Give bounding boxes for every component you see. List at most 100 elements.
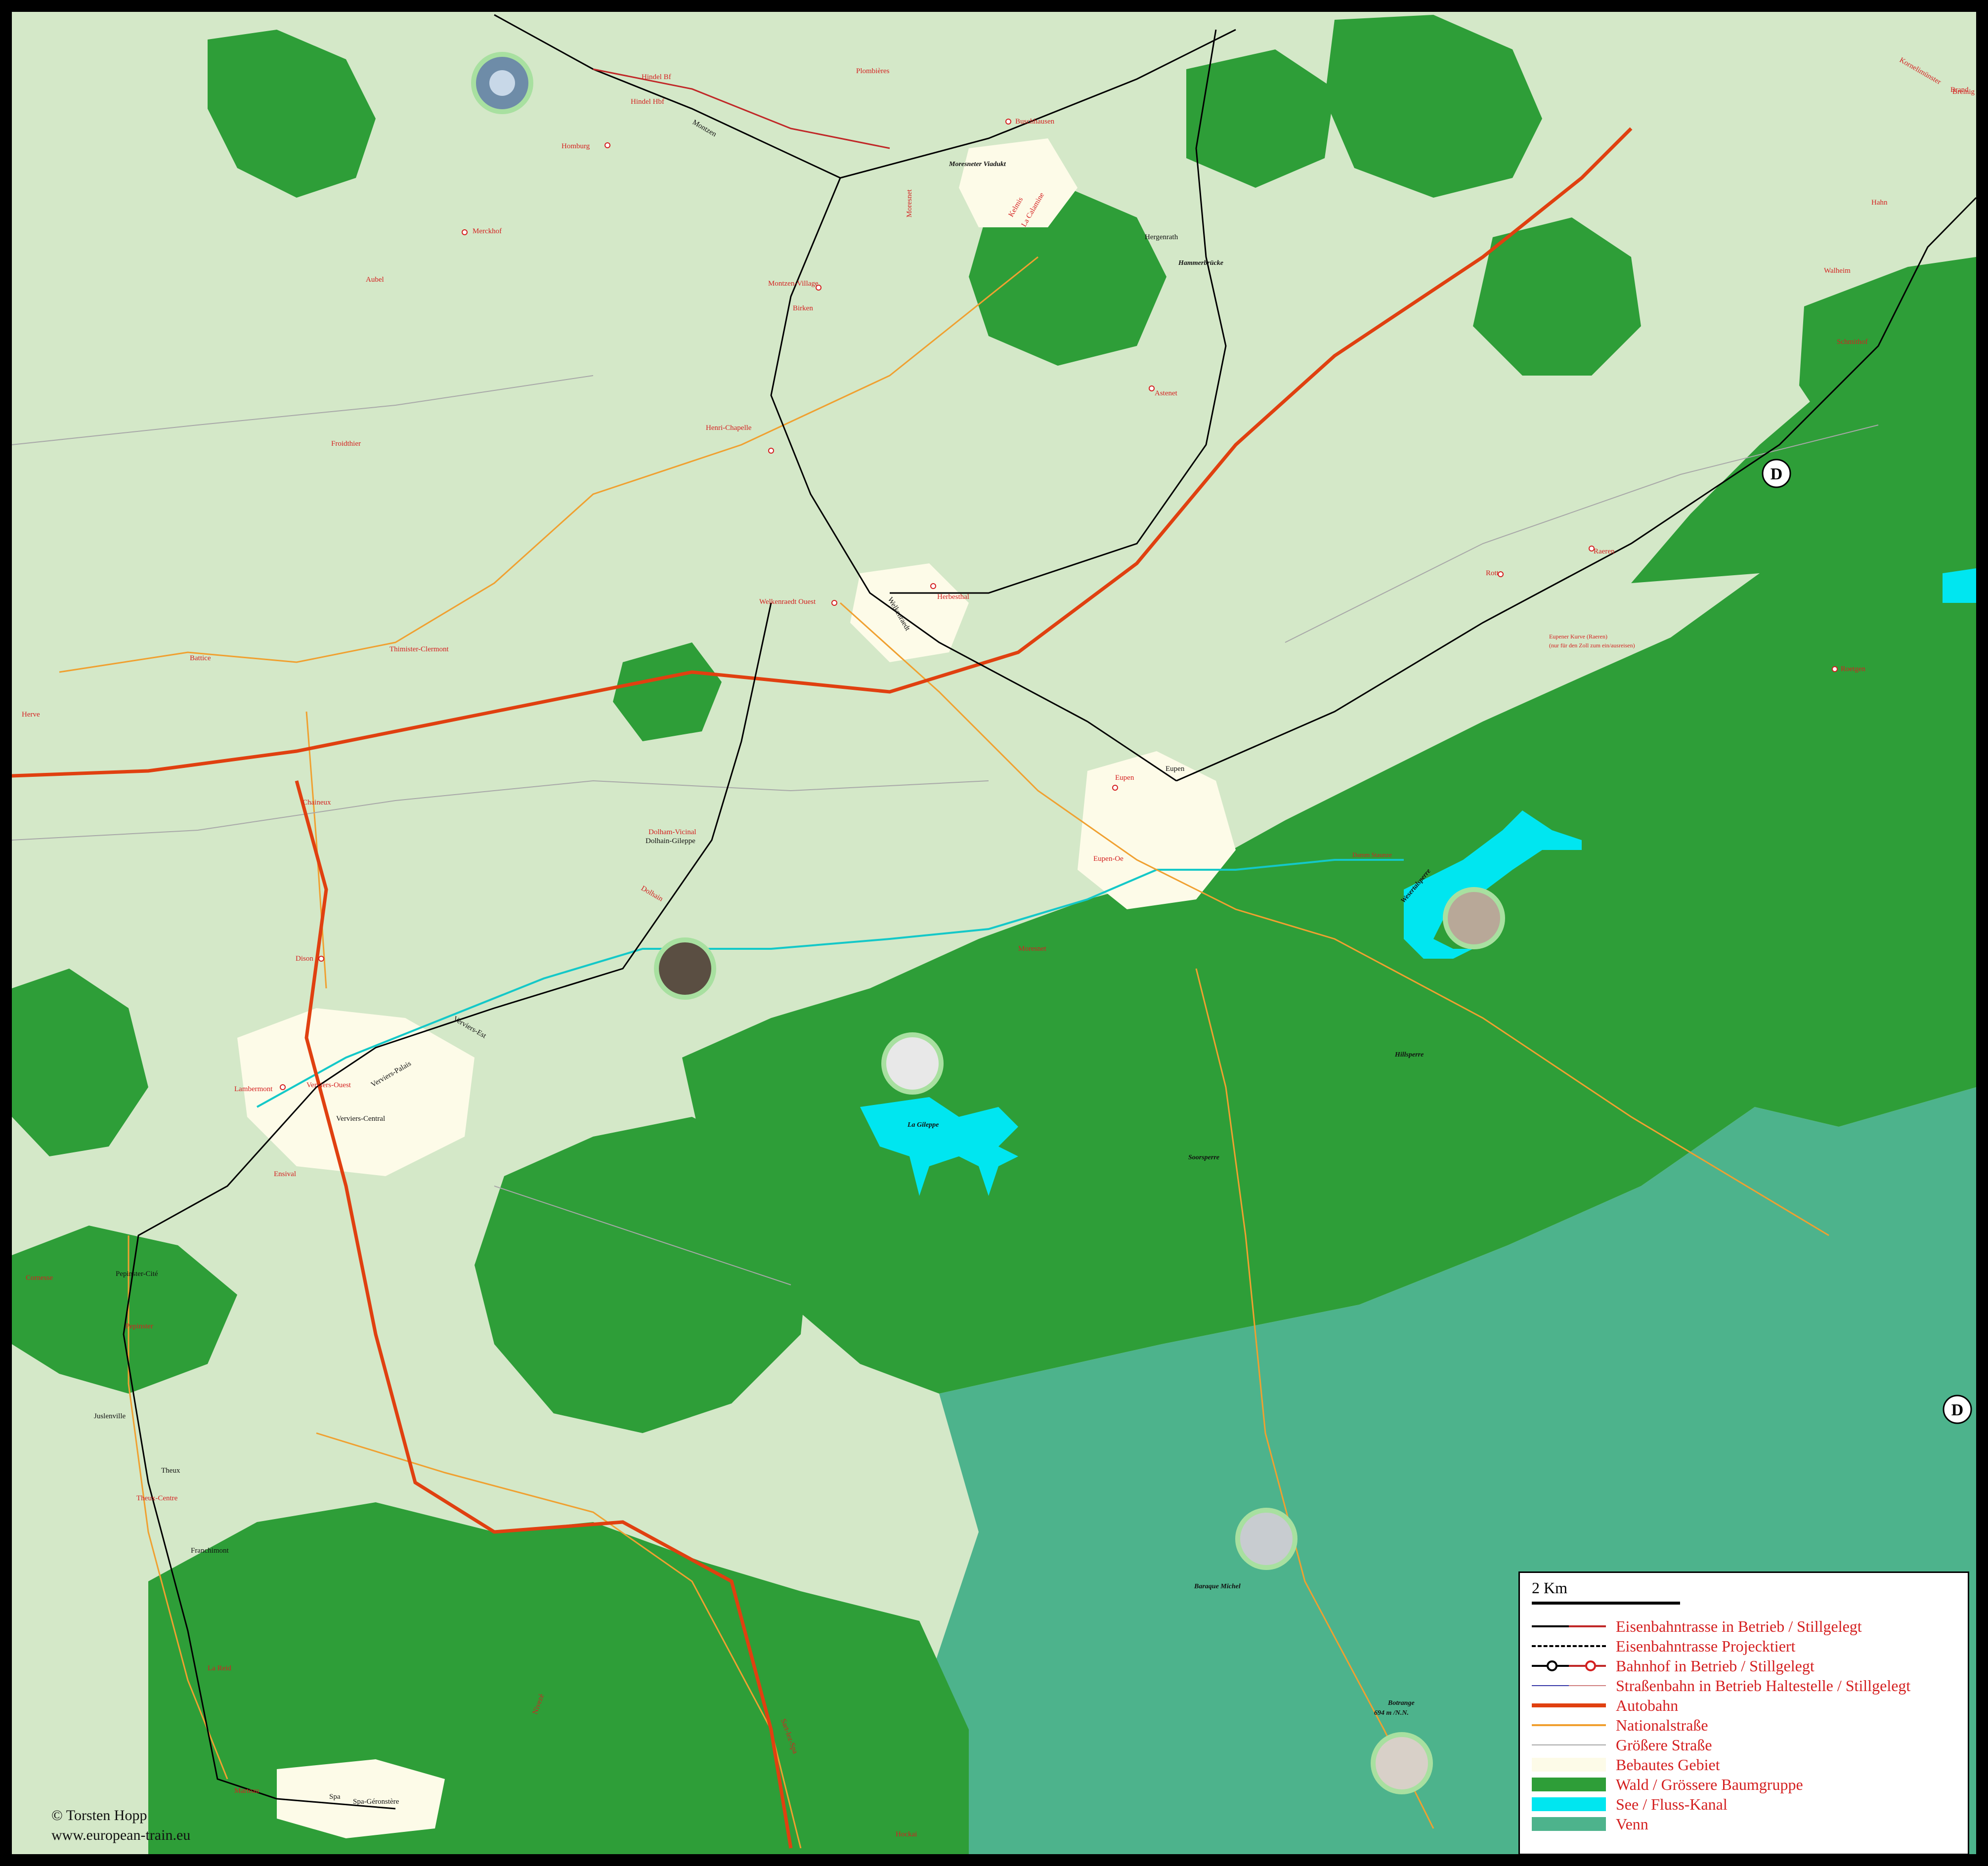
legend-road-symbol [1532,1735,1606,1755]
lake-east [1943,568,1976,603]
note-dam: Damm Staunze [1352,851,1392,858]
legend-row-built: Bebautes Gebiet [1532,1755,1720,1775]
feature-label-gileppe: La Gileppe [907,1121,939,1129]
place-label: Roetgen [1841,665,1865,673]
legend-autobahn-symbol [1532,1696,1606,1715]
legend-scale-label: 2 Km [1532,1579,1567,1597]
place-label: Dolhain-Gileppe [646,837,695,845]
place-label: Welkenraedt Ouest [759,598,816,606]
map-credit: © Torsten Hopp www.european-train.eu [51,1806,190,1845]
feature-label-botrange: Botrange [1387,1699,1415,1707]
svg-text:D: D [1771,465,1783,483]
place-label: Herve [22,711,40,719]
legend-tram-text: Straßenbahn in Betrieb Haltestelle / Sti… [1616,1676,1911,1695]
photo-marker-botrange[interactable] [1371,1732,1433,1794]
legend-built-symbol [1532,1755,1606,1775]
legend-tram-symbol [1532,1676,1606,1696]
place-label: Dison [296,955,313,963]
place-label: Froidthier [331,440,361,448]
feature-label-hill: Hillsperre [1394,1051,1424,1059]
photo-marker-viaduct[interactable] [471,52,533,114]
svg-text:D: D [1951,1401,1964,1419]
feature-label-bridge: Hammerbrücke [1178,259,1223,267]
photo-marker-gileppe[interactable] [881,1032,944,1095]
place-label: Breinig [1952,88,1975,96]
legend-row-road: Größere Straße [1532,1735,1712,1755]
place-label: Eupen [1115,774,1134,782]
legend-rail-planned-symbol [1532,1636,1606,1656]
legend-national-text: Nationalstraße [1616,1716,1708,1734]
legend-autobahn-text: Autobahn [1616,1696,1679,1714]
place-label: Ensival [274,1170,296,1178]
place-label: Plombières [856,67,890,75]
legend-lake-symbol [1532,1794,1606,1814]
place-label: Raeren [1594,548,1615,555]
legend-venn-symbol [1532,1814,1606,1834]
legend-lake-text: See / Fluss-Kanal [1616,1795,1728,1813]
place-label: Verviers-Central [336,1115,385,1123]
place-label: Rott [1486,569,1499,577]
legend-national-symbol [1532,1715,1606,1735]
legend-row-autobahn: Autobahn [1532,1696,1678,1715]
legend-venn-text: Venn [1616,1815,1648,1833]
legend-row-station: Bahnhof in Betrieb / Stillgelegt [1532,1656,1815,1676]
legend-row-national: Nationalstraße [1532,1715,1708,1735]
legend-row-venn: Venn [1532,1814,1648,1834]
place-label: Spa [329,1793,341,1801]
place-label: Chaineux [303,799,331,806]
feature-label-baraque: Baraque Michel [1194,1583,1241,1590]
place-label: Aubel [366,276,384,284]
place-label: Marteau [234,1787,259,1795]
place-label: Homburg [562,142,590,150]
place-label: Henri-Chapelle [706,424,752,432]
place-label: Pepinster-Cité [116,1270,158,1278]
place-label: Schmithof [1837,338,1868,346]
feature-label-botrange-alt: 694 m /N.N. [1374,1709,1409,1717]
photo-marker-baraque[interactable] [1235,1508,1297,1570]
place-label: Pepinster [126,1322,153,1330]
place-label: Lambermont [234,1085,273,1093]
credit-author: © Torsten Hopp [51,1807,147,1824]
place-label: Thimister-Clermont [389,645,449,653]
feature-label-soor: Soorsperre [1188,1154,1219,1161]
place-label: Franchimont [191,1547,229,1555]
place-label: Dolham-Vicinal [648,828,696,836]
place-label: Theux-Centre [136,1494,178,1502]
photo-marker-wesertal[interactable] [1443,887,1505,949]
place-label: Eupen-Oe [1093,855,1124,863]
place-label: Montzen-Village [768,280,819,288]
legend-station-symbol [1532,1656,1606,1676]
legend-row-rail: Eisenbahntrasse in Betrieb / Stillgelegt [1532,1616,1862,1636]
legend-built-text: Bebautes Gebiet [1616,1755,1720,1774]
legend-rail-text: Eisenbahntrasse in Betrieb / Stillgelegt [1616,1617,1862,1635]
place-label: Battice [190,654,211,662]
place-label: Walheim [1824,267,1851,275]
photo-marker-dolhain[interactable] [654,937,716,1000]
legend-forest-symbol [1532,1775,1606,1794]
place-label: Astenet [1155,389,1178,397]
place-label: Hergenrath [1145,233,1178,241]
place-label: Juslenville [94,1412,126,1420]
place-label: Birken [793,304,813,312]
legend-row-lake: See / Fluss-Kanal [1532,1794,1728,1814]
legend-row-forest: Wald / Grössere Baumgruppe [1532,1775,1803,1794]
place-label: Cornesse [26,1274,53,1282]
map-legend: 2 Km Eisenbahntrasse in Betrieb / Stillg… [1518,1571,1969,1855]
border-marker-2: D [1943,1395,1972,1424]
place-label: Hindel Hbf [631,98,664,106]
place-label: Merckhof [473,227,502,235]
note-raeren-2: (nur für den Zoll zum ein/ausreisen) [1549,642,1635,649]
legend-row-rail-planned: Eisenbahntrasse Projecktiert [1532,1636,1795,1656]
legend-forest-text: Wald / Grössere Baumgruppe [1616,1775,1803,1793]
place-label: Eupen [1166,765,1185,773]
place-label: Moresnet [906,189,913,217]
place-label: La Reid [208,1664,231,1672]
place-label: Hindel Bf [642,73,671,81]
place-label: Herbesthal [937,593,969,601]
legend-scale-bar [1532,1602,1680,1605]
legend-rail-symbol [1532,1616,1606,1636]
credit-website[interactable]: www.european-train.eu [51,1825,190,1845]
feature-label-viaduct: Moresneter Viadukt [949,161,1006,168]
place-label: Hahn [1871,199,1888,207]
place-label: Spa-Géronstère [353,1798,399,1806]
